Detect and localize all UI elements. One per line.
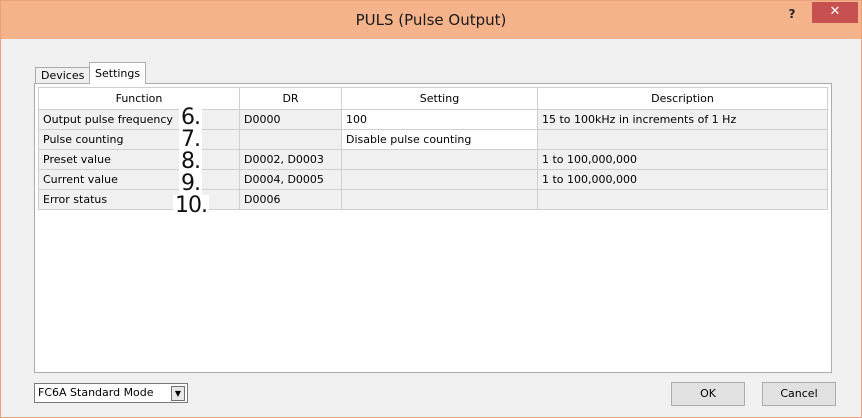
column-header-dr: DR — [239, 87, 342, 110]
dr-cell: D0006 — [239, 189, 342, 210]
tab-settings[interactable]: Settings — [89, 62, 147, 84]
callout-number: 9. — [179, 171, 202, 196]
description-cell: 15 to 100kHz in increments of 1 Hz — [537, 109, 828, 130]
setting-cell — [341, 149, 538, 170]
function-cell: Error status — [38, 189, 240, 210]
table-row: Preset value D0002, D0003 1 to 100,000,0… — [38, 149, 828, 170]
function-cell: Output pulse frequency — [38, 109, 240, 130]
mode-select-value: FC6A Standard Mode — [38, 386, 154, 399]
settings-table: Function DR Setting Description Output p… — [38, 87, 828, 210]
column-header-function: Function — [38, 87, 240, 110]
callout-number: 10. — [173, 193, 209, 218]
mode-select[interactable]: FC6A Standard Mode ▼ — [34, 383, 188, 403]
dialog-window: PULS (Pulse Output) ? ✕ Devices Settings… — [0, 0, 862, 418]
description-cell: 1 to 100,000,000 — [537, 169, 828, 190]
function-cell: Preset value — [38, 149, 240, 170]
setting-input[interactable]: 100 — [341, 109, 538, 130]
table-row: Error status D0006 — [38, 189, 828, 210]
dr-cell: D0002, D0003 — [239, 149, 342, 170]
setting-cell — [341, 169, 538, 190]
description-cell — [537, 189, 828, 210]
settings-panel: Function DR Setting Description Output p… — [34, 83, 832, 373]
table-row: Output pulse frequency D0000 100 15 to 1… — [38, 109, 828, 130]
close-button[interactable]: ✕ — [812, 2, 858, 23]
description-cell: 1 to 100,000,000 — [537, 149, 828, 170]
title-bar[interactable]: PULS (Pulse Output) ? ✕ — [1, 1, 861, 39]
dr-cell: D0004, D0005 — [239, 169, 342, 190]
help-button[interactable]: ? — [782, 6, 802, 26]
cancel-button[interactable]: Cancel — [762, 382, 836, 406]
tab-devices[interactable]: Devices — [35, 67, 91, 84]
window-title: PULS (Pulse Output) — [355, 11, 507, 29]
function-cell: Current value — [38, 169, 240, 190]
table-row: Pulse counting Disable pulse counting — [38, 129, 828, 150]
dr-cell: D0000 — [239, 109, 342, 130]
setting-select[interactable]: Disable pulse counting — [341, 129, 538, 150]
callout-number: 8. — [179, 149, 202, 174]
callout-number: 6. — [179, 105, 202, 130]
column-header-setting: Setting — [341, 87, 538, 110]
chevron-down-icon[interactable]: ▼ — [171, 386, 185, 401]
callout-number: 7. — [179, 127, 202, 152]
description-cell — [537, 129, 828, 150]
ok-button[interactable]: OK — [671, 382, 745, 406]
column-header-description: Description — [537, 87, 828, 110]
table-row: Current value D0004, D0005 1 to 100,000,… — [38, 169, 828, 190]
dr-cell — [239, 129, 342, 150]
setting-cell — [341, 189, 538, 210]
function-cell: Pulse counting — [38, 129, 240, 150]
table-header-row: Function DR Setting Description — [38, 87, 828, 110]
